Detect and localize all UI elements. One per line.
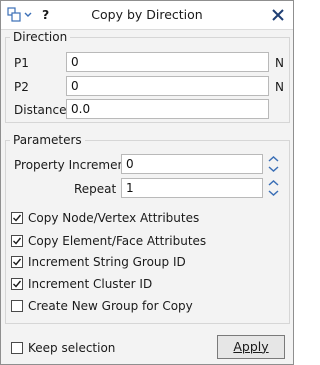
checkbox-box[interactable] xyxy=(11,235,23,247)
p1-label: P1 xyxy=(14,56,29,70)
apply-button-label: Apply xyxy=(233,339,269,354)
check-icon xyxy=(13,280,22,288)
check-icon xyxy=(13,258,22,266)
distance-label: Distance xyxy=(14,103,67,117)
checkbox-box[interactable] xyxy=(11,212,23,224)
property-increment-input[interactable] xyxy=(121,154,263,174)
p1-unit: N xyxy=(275,56,284,70)
property-increment-label: Property Increment xyxy=(14,158,130,172)
increment-string-group-id-checkbox[interactable]: Increment String Group ID xyxy=(11,255,211,271)
repeat-label: Repeat xyxy=(74,182,117,196)
check-icon xyxy=(13,214,22,222)
checkbox-box[interactable] xyxy=(11,256,23,268)
checkbox-label: Create New Group for Copy xyxy=(28,299,193,313)
checkbox-label: Copy Element/Face Attributes xyxy=(28,234,207,248)
close-icon[interactable] xyxy=(272,9,284,21)
repeat-stepper[interactable] xyxy=(267,178,280,198)
p1-input[interactable] xyxy=(66,52,269,72)
increment-cluster-id-checkbox[interactable]: Increment Cluster ID xyxy=(11,277,211,293)
checkbox-label: Copy Node/Vertex Attributes xyxy=(28,211,200,225)
parameters-group-label: Parameters xyxy=(10,133,85,147)
copy-by-direction-dialog: ? Copy by Direction Direction P1 N P2 N … xyxy=(0,0,294,365)
property-increment-stepper[interactable] xyxy=(267,154,280,174)
check-icon xyxy=(13,237,22,245)
checkbox-box[interactable] xyxy=(11,300,23,312)
checkbox-box[interactable] xyxy=(11,342,23,354)
checkbox-label: Keep selection xyxy=(28,341,116,355)
p2-label: P2 xyxy=(14,80,29,94)
repeat-input[interactable] xyxy=(121,178,263,198)
distance-input[interactable] xyxy=(66,99,269,119)
direction-group-label: Direction xyxy=(10,30,71,44)
checkbox-label: Increment String Group ID xyxy=(28,255,186,269)
title-bar: ? Copy by Direction xyxy=(1,1,293,30)
copy-element-face-attributes-checkbox[interactable]: Copy Element/Face Attributes xyxy=(11,234,211,250)
copy-node-vertex-attributes-checkbox[interactable]: Copy Node/Vertex Attributes xyxy=(11,211,211,227)
checkbox-label: Increment Cluster ID xyxy=(28,277,153,291)
checkbox-box[interactable] xyxy=(11,278,23,290)
p2-input[interactable] xyxy=(66,76,269,96)
create-new-group-for-copy-checkbox[interactable]: Create New Group for Copy xyxy=(11,299,211,315)
keep-selection-checkbox[interactable]: Keep selection xyxy=(11,341,131,357)
p2-unit: N xyxy=(275,80,284,94)
apply-button[interactable]: Apply xyxy=(217,335,285,359)
window-title: Copy by Direction xyxy=(91,7,203,22)
